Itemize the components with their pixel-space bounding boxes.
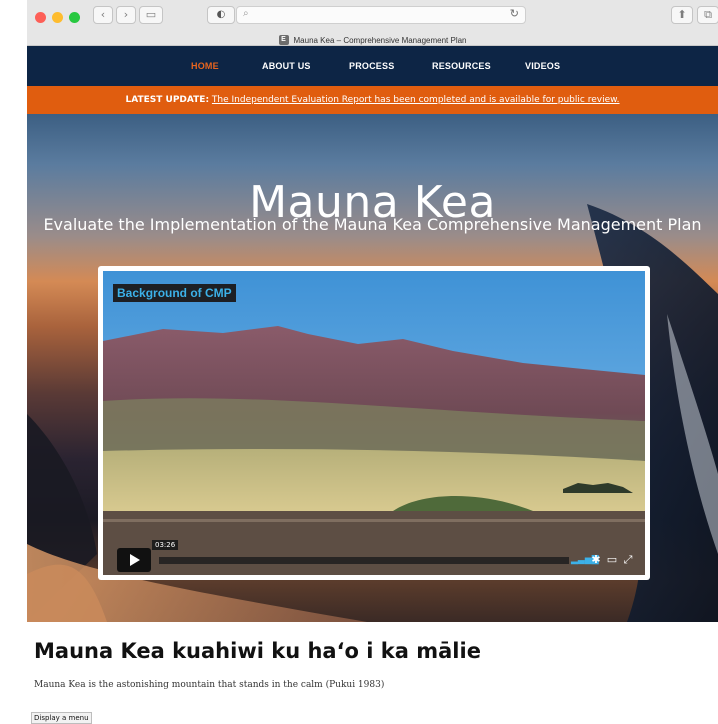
hero-section: Mauna Kea Evaluate the Implementation of… <box>27 114 718 622</box>
intro-section: Mauna Kea kuahiwi ku haʻo i ka mālie Mau… <box>27 622 718 724</box>
banner-label: LATEST UPDATE: <box>125 95 210 105</box>
tab-overview-button[interactable]: ⧉ <box>697 6 718 24</box>
progress-bar[interactable] <box>159 557 569 564</box>
latest-update-banner: LATEST UPDATE: The Independent Evaluatio… <box>27 86 718 114</box>
favicon-icon: E <box>278 35 289 45</box>
browser-toolbar: ‹ › ▭ ◐ ⌕ ↻ ⬆ ⧉ E Mauna Kea – Comprehens… <box>27 0 718 46</box>
nav-process[interactable]: PROCESS <box>349 46 394 86</box>
play-button[interactable] <box>117 548 151 572</box>
video-title-label[interactable]: Background of CMP <box>113 284 236 302</box>
video-frame[interactable]: Background of CMP 03:26 ▂▃▅▇ ✱ ▭ ⤢ <box>103 271 645 575</box>
banner-link[interactable]: The Independent Evaluation Report has be… <box>212 95 620 105</box>
intro-link[interactable]: Mauna Kea <box>34 680 86 690</box>
video-controls: 03:26 ▂▃▅▇ ✱ ▭ ⤢ <box>103 540 645 575</box>
video-player[interactable]: Background of CMP 03:26 ▂▃▅▇ ✱ ▭ ⤢ <box>98 266 650 580</box>
address-bar[interactable]: ⌕ ↻ <box>236 6 526 24</box>
nav-home[interactable]: HOME <box>191 46 219 86</box>
back-button[interactable]: ‹ <box>93 6 113 24</box>
reload-icon[interactable]: ↻ <box>510 7 519 20</box>
video-thumbnail <box>103 271 645 575</box>
sidebar-toggle-button[interactable]: ▭ <box>139 6 163 24</box>
tab-bar: E Mauna Kea – Comprehensive Management P… <box>27 28 718 45</box>
volume-icon[interactable]: ▂▃▅▇ <box>571 553 599 567</box>
menu-tooltip: Display a menu <box>31 712 92 724</box>
window-controls <box>35 12 80 23</box>
settings-icon[interactable]: ✱ <box>589 553 603 567</box>
privacy-report-button[interactable]: ◐ <box>207 6 235 24</box>
search-icon: ⌕ <box>243 8 249 19</box>
airplay-icon[interactable]: ▭ <box>605 553 619 567</box>
shield-icon: ◐ <box>216 9 226 20</box>
timecode: 03:26 <box>152 540 179 550</box>
intro-text: is the astonishing mountain that stands … <box>85 680 385 690</box>
hero-subtitle: Evaluate the Implementation of the Mauna… <box>43 215 702 234</box>
nav-videos[interactable]: VIDEOS <box>525 46 560 86</box>
tabs-icon: ⧉ <box>704 8 712 21</box>
history-buttons: ‹ › ▭ <box>93 6 163 24</box>
section-heading: Mauna Kea kuahiwi ku haʻo i ka mālie <box>34 639 481 663</box>
close-window-button[interactable] <box>35 12 46 23</box>
chevron-left-icon: ‹ <box>100 8 106 21</box>
chevron-right-icon: › <box>123 8 129 21</box>
intro-paragraph: Mauna Kea is the astonishing mountain th… <box>34 680 384 690</box>
browser-window: ‹ › ▭ ◐ ⌕ ↻ ⬆ ⧉ E Mauna Kea – Comprehens… <box>27 0 718 724</box>
share-button[interactable]: ⬆ <box>671 6 693 24</box>
sidebar-icon: ▭ <box>145 8 157 21</box>
fullscreen-icon[interactable]: ⤢ <box>621 553 635 567</box>
nav-about-us[interactable]: ABOUT US <box>262 46 311 86</box>
site-navigation: HOME ABOUT US PROCESS RESOURCES VIDEOS <box>27 46 718 86</box>
forward-button[interactable]: › <box>116 6 136 24</box>
minimize-window-button[interactable] <box>52 12 63 23</box>
share-icon: ⬆ <box>677 8 687 21</box>
nav-resources[interactable]: RESOURCES <box>432 46 491 86</box>
zoom-window-button[interactable] <box>69 12 80 23</box>
